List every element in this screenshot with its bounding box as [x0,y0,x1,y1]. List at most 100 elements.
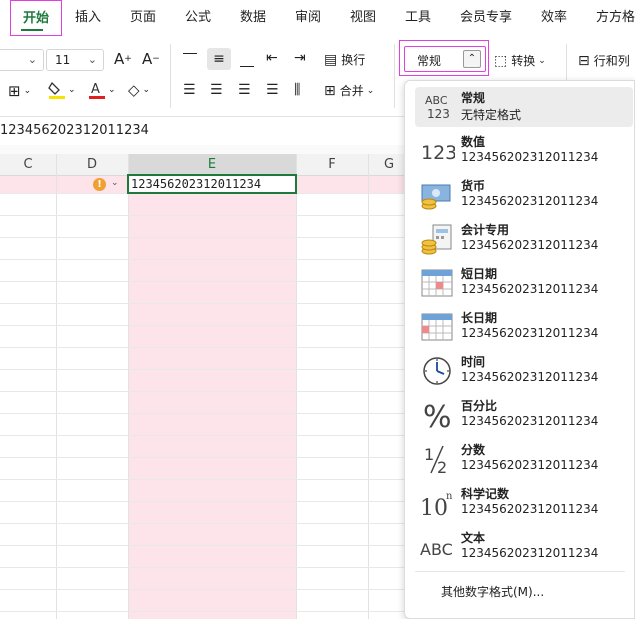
format-item-sample: 123456202312011234 [461,370,599,384]
grid-line [0,325,410,326]
grid-line [0,237,410,238]
grid-line [0,281,410,282]
format-item-name: 货币 [461,179,486,193]
format-item-text[interactable]: ABC 文本 123456202312011234 [415,527,633,567]
align-middle-icon[interactable]: ≡ [207,48,231,70]
border-icon[interactable]: ⊞ ⌄ [8,82,31,100]
formula-bar-content[interactable]: 123456202312011234 [0,123,149,138]
menu-divider [415,571,625,572]
tab-data[interactable]: 数据 [240,0,266,36]
tab-insert[interactable]: 插入 [75,0,101,36]
format-item-general[interactable]: ABC 123 常规 无特定格式 [415,87,633,127]
indent-increase-icon[interactable]: ⇥ [294,50,306,66]
tab-tools[interactable]: 工具 [405,0,431,36]
decrease-font-icon[interactable]: A − [142,50,160,68]
selected-column-fill [128,176,296,619]
font-size-select[interactable]: 11 ⌄ [46,49,104,71]
tab-formula[interactable]: 公式 [185,0,211,36]
format-item-sample: 123456202312011234 [461,326,599,340]
clock-icon [419,355,455,387]
tab-member[interactable]: 会员专享 [460,0,512,36]
svg-text:ABC: ABC [425,94,448,107]
format-item-sample: 123456202312011234 [461,150,599,164]
tab-efficiency[interactable]: 效率 [541,0,567,36]
font-color-icon[interactable]: A ⌄ [88,80,116,100]
tab-review[interactable]: 审阅 [295,0,321,36]
scientific-icon: 10 n [419,487,455,521]
svg-text:123: 123 [427,107,450,121]
rows-columns-label: 行和列 [593,54,630,68]
grid-line [0,589,410,590]
merge-label: 合并 [339,84,364,98]
format-item-short-date[interactable]: 短日期 123456202312011234 [415,263,633,303]
column-header-e[interactable]: E [128,154,296,176]
grid-line [0,435,410,436]
menu-bar: 开始 插入 页面 公式 数据 审阅 视图 工具 会员专享 效率 方方格 [0,0,635,38]
format-item-sample: 123456202312011234 [461,414,599,428]
align-left-icon[interactable]: ☰ [183,82,196,98]
rows-columns-button[interactable]: ⊟ 行和列 [578,52,630,69]
fraction-icon: 12 [419,443,455,477]
format-item-name: 会计专用 [461,223,510,237]
format-item-currency[interactable]: 货币 123456202312011234 [415,175,633,215]
align-right-icon[interactable]: ☰ [238,82,251,98]
grid-line [296,154,297,619]
format-item-long-date[interactable]: 长日期 123456202312011234 [415,307,633,347]
column-header-d[interactable]: D [56,154,128,176]
column-header-f[interactable]: F [296,154,368,176]
tab-fangfang[interactable]: 方方格 [596,0,635,36]
format-item-name: 短日期 [461,267,498,281]
format-item-sample: 123456202312011234 [461,502,599,516]
svg-text:1: 1 [424,445,434,464]
active-cell[interactable]: 123456202312011234 [127,174,297,194]
format-item-accounting[interactable]: 会计专用 123456202312011234 [415,219,633,259]
font-name-select[interactable]: ⌄ [0,49,44,71]
warning-icon[interactable]: ! [93,178,106,191]
convert-button[interactable]: ⬚ 转换 ⌄ [494,52,546,69]
number-format-select[interactable]: 常规 ⌃ [404,46,486,72]
convert-label: 转换 [511,54,536,68]
format-item-name: 分数 [461,443,486,457]
formula-bar[interactable]: 123456202312011234 [0,117,410,146]
chevron-down-icon[interactable]: ⌄ [111,178,119,188]
fill-color-icon[interactable]: ⌄ [48,80,76,100]
justify-icon[interactable]: ☰ [266,82,279,98]
indent-decrease-icon[interactable]: ⇤ [266,50,278,66]
format-item-percent[interactable]: % 百分比 123456202312011234 [415,395,633,435]
format-item-number[interactable]: 123 数值 123456202312011234 [415,131,633,171]
eraser-icon[interactable]: ◇ ⌄ [128,81,150,99]
number-format-value: 常规 [417,54,442,68]
wrap-text-button[interactable]: ▤ 换行 [324,51,365,68]
distributed-align-icon[interactable]: ⫼ [294,82,300,98]
font-size-value: 11 [55,53,71,67]
number-format-menu: ABC 123 常规 无特定格式 123 数值 12345620231201123… [404,80,635,619]
chevron-down-icon: ⌄ [87,53,97,66]
increase-font-icon[interactable]: A + [114,50,132,68]
wrap-text-label: 换行 [341,53,366,67]
chevron-down-icon: ⌄ [538,55,546,66]
format-item-sample: 123456202312011234 [461,194,599,208]
grid-line [0,347,410,348]
currency-icon [419,179,455,211]
grid-top-spacer [0,145,410,154]
align-bottom-icon[interactable]: ⎽ [240,52,254,68]
format-item-fraction[interactable]: 12 分数 123456202312011234 [415,439,633,479]
format-item-scientific[interactable]: 10 n 科学记数 123456202312011234 [415,483,633,523]
align-top-icon[interactable]: ⎺ [183,52,197,68]
format-item-name: 长日期 [461,311,498,325]
tab-view[interactable]: 视图 [350,0,376,36]
merge-cells-button[interactable]: ⊞ 合并 ⌄ [324,82,374,99]
more-number-formats-link[interactable]: 其他数字格式(M)... [441,583,544,600]
align-center-icon[interactable]: ☰ [210,82,223,98]
format-item-time[interactable]: 时间 123456202312011234 [415,351,633,391]
chevron-up-icon[interactable]: ⌃ [463,50,481,68]
grid-line [56,154,57,619]
grid-line [0,369,410,370]
grid-line [0,215,410,216]
chevron-down-icon: ⌄ [27,53,37,66]
grid-line [0,567,410,568]
grid-line [0,501,410,502]
tab-page[interactable]: 页面 [130,0,156,36]
svg-text:10: 10 [420,496,448,519]
column-header-c[interactable]: C [0,154,56,176]
